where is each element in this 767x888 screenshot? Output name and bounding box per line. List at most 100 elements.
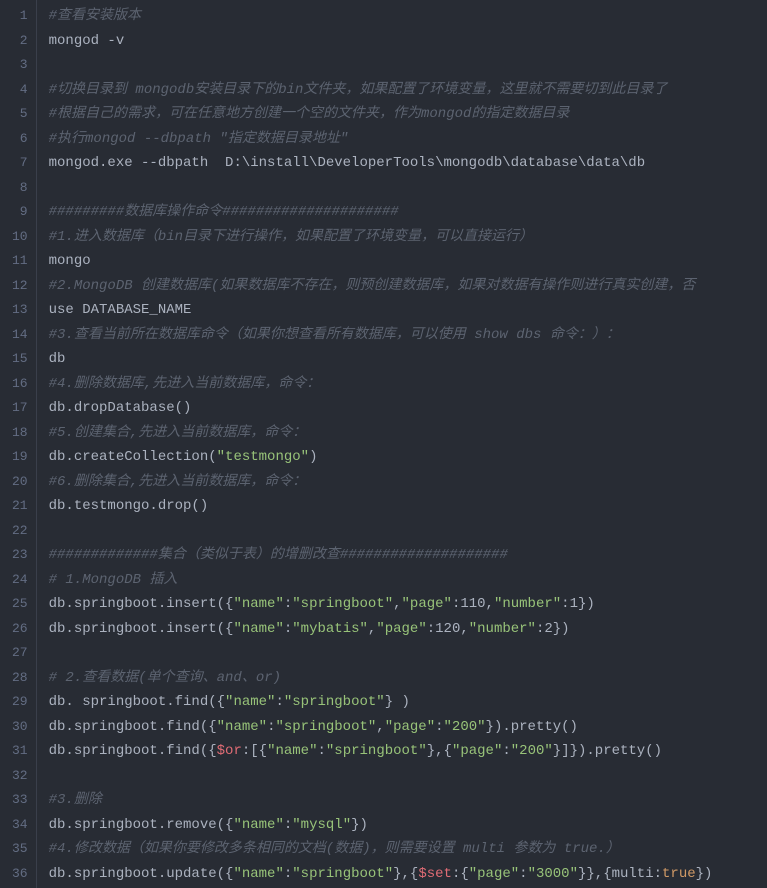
code-line[interactable]: mongo	[37, 249, 767, 274]
line-number: 21	[12, 494, 28, 519]
code-line[interactable]: # 1.MongoDB 插入	[37, 568, 767, 593]
token-plain: }]}).pretty()	[553, 743, 662, 759]
token-plain: db.createCollection(	[49, 449, 217, 465]
token-string: "name"	[233, 817, 283, 833]
code-line[interactable]	[37, 519, 767, 544]
code-line[interactable]: # 2.查看数据(单个查询、and、or)	[37, 666, 767, 691]
line-number: 33	[12, 788, 28, 813]
token-comment: #2.MongoDB 创建数据库(如果数据库不存在，则预创建数据库，如果对数据有…	[49, 278, 696, 294]
line-number: 22	[12, 519, 28, 544]
token-comment: # 1.MongoDB 插入	[49, 572, 178, 588]
line-number: 5	[12, 102, 28, 127]
token-string: "springboot"	[284, 694, 385, 710]
line-number: 2	[12, 29, 28, 54]
token-plain: :	[318, 743, 326, 759]
token-comment: #3.删除	[49, 792, 102, 808]
token-plain: ,	[393, 596, 401, 612]
token-plain: db.springboot.find({	[49, 719, 217, 735]
code-line[interactable]: db.dropDatabase()	[37, 396, 767, 421]
code-line[interactable]: mongod.exe --dbpath D:\install\Developer…	[37, 151, 767, 176]
token-plain: db	[49, 351, 66, 367]
token-plain: })	[351, 817, 368, 833]
token-plain: mongod -v	[49, 33, 125, 49]
line-number: 6	[12, 127, 28, 152]
code-line[interactable]: use DATABASE_NAME	[37, 298, 767, 323]
line-number: 1	[12, 4, 28, 29]
code-line[interactable]: #切换目录到 mongodb安装目录下的bin文件夹，如果配置了环境变量，这里就…	[37, 78, 767, 103]
code-line[interactable]: #############集合（类似于表）的增删改查##############…	[37, 543, 767, 568]
token-plain: :	[502, 743, 510, 759]
token-comment: #3.查看当前所在数据库命令（如果你想查看所有数据库，可以使用 show dbs…	[49, 327, 620, 343]
token-plain: },{	[393, 866, 418, 882]
token-comment: #############集合（类似于表）的增删改查##############…	[49, 547, 508, 563]
token-attr: $set	[418, 866, 452, 882]
code-line[interactable]: #6.删除集合,先进入当前数据库，命令：	[37, 470, 767, 495]
code-line[interactable]: db. springboot.find({"name":"springboot"…	[37, 690, 767, 715]
code-line[interactable]: db.springboot.remove({"name":"mysql"})	[37, 813, 767, 838]
code-line[interactable]: db.springboot.insert({"name":"springboot…	[37, 592, 767, 617]
code-line[interactable]	[37, 764, 767, 789]
code-line[interactable]: #4.修改数据（如果你要修改多条相同的文档(数据)，则需要设置 multi 参数…	[37, 837, 767, 862]
code-line[interactable]: #执行mongod --dbpath "指定数据目录地址"	[37, 127, 767, 152]
token-plain: mongo	[49, 253, 91, 269]
token-plain: },{	[427, 743, 452, 759]
code-line[interactable]: #4.删除数据库,先进入当前数据库，命令：	[37, 372, 767, 397]
code-line[interactable]: #根据自己的需求，可在任意地方创建一个空的文件夹，作为mongod的指定数据目录	[37, 102, 767, 127]
token-string: "name"	[233, 621, 283, 637]
line-number: 16	[12, 372, 28, 397]
token-plain: } )	[385, 694, 410, 710]
line-number: 30	[12, 715, 28, 740]
code-line[interactable]	[37, 53, 767, 78]
token-plain: )	[309, 449, 317, 465]
token-plain: :120,	[427, 621, 469, 637]
code-line[interactable]: db.springboot.find({$or:[{"name":"spring…	[37, 739, 767, 764]
code-line[interactable]: db.springboot.insert({"name":"mybatis","…	[37, 617, 767, 642]
code-line[interactable]: db.testmongo.drop()	[37, 494, 767, 519]
code-line[interactable]: #5.创建集合,先进入当前数据库，命令：	[37, 421, 767, 446]
token-plain: :[{	[242, 743, 267, 759]
code-line[interactable]	[37, 641, 767, 666]
token-string: "page"	[469, 866, 519, 882]
token-comment: #6.删除集合,先进入当前数据库，命令：	[49, 474, 307, 490]
code-line[interactable]: #1.进入数据库（bin目录下进行操作，如果配置了环境变量，可以直接运行）	[37, 225, 767, 250]
code-line[interactable]: db.springboot.update({"name":"springboot…	[37, 862, 767, 887]
token-string: "page"	[376, 621, 426, 637]
line-number: 27	[12, 641, 28, 666]
token-string: "name"	[233, 866, 283, 882]
token-string: "springboot"	[292, 866, 393, 882]
code-line[interactable]: mongod -v	[37, 29, 767, 54]
token-comment: #查看安装版本	[49, 8, 141, 24]
token-string: "page"	[402, 596, 452, 612]
code-line[interactable]	[37, 176, 767, 201]
code-line[interactable]: db.springboot.find({"name":"springboot",…	[37, 715, 767, 740]
code-line[interactable]: #2.MongoDB 创建数据库(如果数据库不存在，则预创建数据库，如果对数据有…	[37, 274, 767, 299]
token-plain: :2})	[536, 621, 570, 637]
token-plain: :{	[452, 866, 469, 882]
token-plain: :1})	[561, 596, 595, 612]
code-line[interactable]: #########数据库操作命令#####################	[37, 200, 767, 225]
token-plain: db.springboot.insert({	[49, 621, 234, 637]
code-line[interactable]: #查看安装版本	[37, 4, 767, 29]
code-line[interactable]: db.createCollection("testmongo")	[37, 445, 767, 470]
token-plain: db.springboot.insert({	[49, 596, 234, 612]
token-comment: #执行mongod --dbpath "指定数据目录地址"	[49, 131, 349, 147]
token-string: "200"	[511, 743, 553, 759]
token-plain: db.springboot.find({	[49, 743, 217, 759]
code-line[interactable]: #3.删除	[37, 788, 767, 813]
line-number: 17	[12, 396, 28, 421]
token-string: "testmongo"	[217, 449, 309, 465]
token-plain: :110,	[452, 596, 494, 612]
line-number: 8	[12, 176, 28, 201]
token-string: "springboot"	[326, 743, 427, 759]
code-content[interactable]: #查看安装版本 mongod -v #切换目录到 mongodb安装目录下的bin…	[37, 0, 767, 888]
code-line[interactable]: #3.查看当前所在数据库命令（如果你想查看所有数据库，可以使用 show dbs…	[37, 323, 767, 348]
token-comment: #根据自己的需求，可在任意地方创建一个空的文件夹，作为mongod的指定数据目录	[49, 106, 570, 122]
token-plain: db.springboot.remove({	[49, 817, 234, 833]
token-string: "page"	[452, 743, 502, 759]
code-line[interactable]: db	[37, 347, 767, 372]
token-string: "springboot"	[292, 596, 393, 612]
token-string: "3000"	[528, 866, 578, 882]
token-string: "name"	[225, 694, 275, 710]
line-number: 28	[12, 666, 28, 691]
token-comment: #切换目录到 mongodb安装目录下的bin文件夹，如果配置了环境变量，这里就…	[49, 82, 668, 98]
